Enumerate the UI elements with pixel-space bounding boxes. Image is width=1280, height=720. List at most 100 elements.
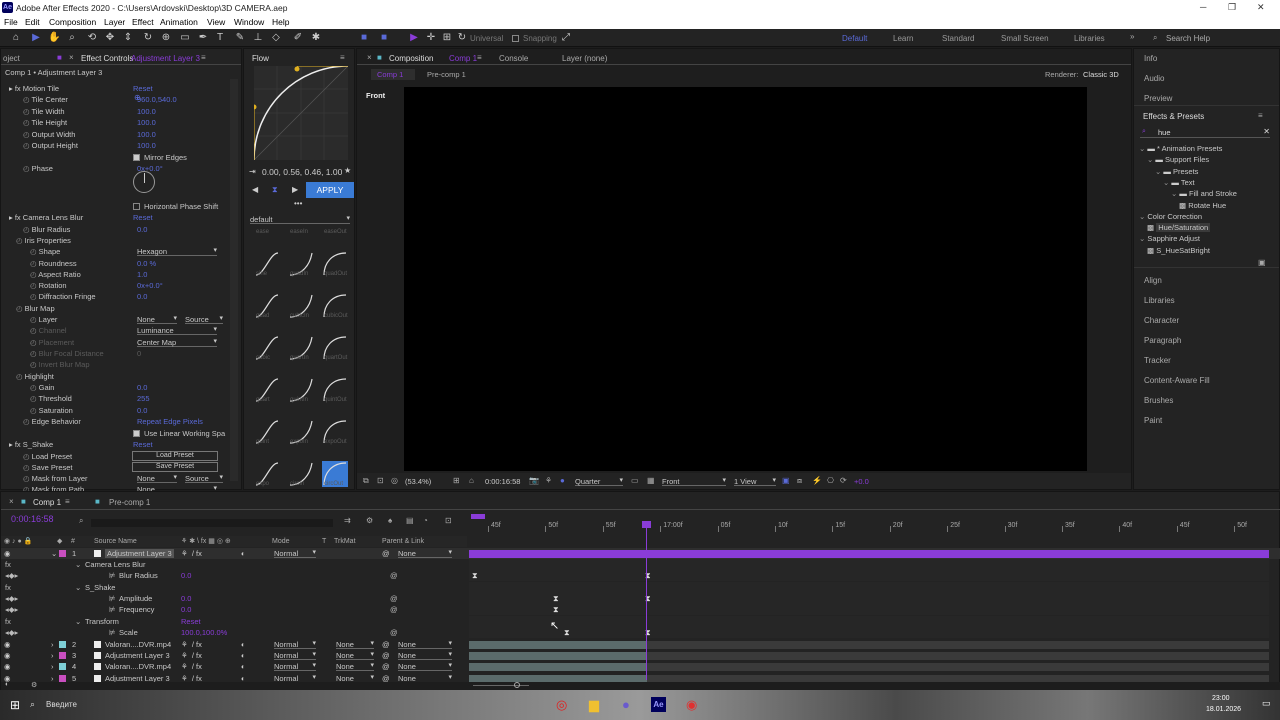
ec-checkbox-28[interactable]: Use Linear Working Spa (133, 429, 225, 438)
comp-close-icon[interactable]: × (367, 53, 372, 62)
tl-graph-editor-icon[interactable]: ⊡ (445, 516, 452, 525)
flow-prev-icon[interactable]: ◀ (252, 185, 258, 194)
ec-row-24[interactable]: ◴ Gain (30, 383, 54, 392)
property-value[interactable]: 0.0 (181, 605, 191, 614)
ec-row-3[interactable]: ◴ Tile Height (23, 118, 67, 127)
stopwatch-icon[interactable]: ◴ (23, 141, 32, 150)
workspace-libraries[interactable]: Libraries (1074, 34, 1105, 43)
label-color[interactable] (59, 550, 66, 557)
view-dropdown[interactable]: Front (662, 476, 726, 486)
stopwatch-icon[interactable]: ◴ (30, 406, 39, 415)
workspace-small-screen[interactable]: Small Screen (1001, 34, 1049, 43)
layer-row[interactable]: ◉ › 3 Adjustment Layer 3 ⚘ / fx ◐ Normal None @ N… (1, 650, 1280, 661)
panel-info[interactable]: Info (1144, 54, 1157, 63)
layer-duration-bar[interactable] (469, 663, 647, 671)
zoom-tool-icon[interactable]: ⌕ (66, 32, 78, 44)
layer-name[interactable]: Valoran....DVR.mp4 (105, 640, 171, 649)
expression-pickwhip-icon[interactable]: @ (390, 628, 398, 637)
ec-row-26[interactable]: ◴ Saturation (30, 406, 73, 415)
roi-icon[interactable]: ▭ (631, 476, 639, 485)
adjustment-layer-icon[interactable]: ◐ (241, 640, 246, 649)
eraser-tool-icon[interactable]: ◇ (270, 32, 282, 44)
col-source-name[interactable]: Source Name (94, 538, 137, 545)
expression-pickwhip-icon[interactable]: @ (390, 594, 398, 603)
layer-row[interactable]: ◉ › 2 Valoran....DVR.mp4 ⚘ / fx ◐ Normal None @ N… (1, 639, 1280, 650)
taskbar-search-input[interactable]: Введите (46, 700, 77, 709)
tl-render-icon[interactable]: ⚙ (31, 681, 37, 689)
snap-icon[interactable]: ⤢ (560, 32, 572, 44)
fx-badge-icon[interactable]: ▸ fx (9, 213, 23, 222)
layer-row[interactable]: ◉ › 4 Valoran....DVR.mp4 ⚘ / fx ◐ Normal None @ N… (1, 661, 1280, 672)
graph-icon[interactable]: ⊭ (109, 628, 116, 637)
ec-row-19[interactable]: ◴ Channel (30, 326, 67, 335)
menu-layer[interactable]: Layer (104, 17, 125, 27)
crumb-precomp1[interactable]: Pre-comp 1 (427, 70, 466, 79)
scale-icon[interactable]: ⊞ (441, 32, 453, 44)
stopwatch-icon[interactable]: ◴ (23, 463, 32, 472)
ec-row-15[interactable]: ◴ Rotation (30, 281, 67, 290)
select-icon[interactable]: ▶ (408, 32, 420, 44)
panel-preview[interactable]: Preview (1144, 94, 1172, 103)
flow-next-icon[interactable]: ▶ (292, 185, 298, 194)
stopwatch-icon[interactable]: ◴ (23, 225, 32, 234)
work-area-start[interactable] (471, 514, 485, 519)
playhead-handle[interactable] (642, 521, 651, 528)
zoom-value[interactable]: (53.4%) (405, 477, 431, 486)
layer-tab[interactable]: Layer (none) (562, 54, 607, 63)
resolution-dropdown[interactable]: Quarter (575, 476, 623, 486)
stopwatch-icon[interactable]: ◴ (30, 281, 39, 290)
stopwatch-icon[interactable]: ◴ (30, 259, 39, 268)
draft3d-icon[interactable]: ⧈ (797, 476, 802, 486)
layer-row[interactable]: ◉ ⌄ 1 Adjustment Layer 3 ⚘ / fx ◐ Normal @ None (1, 548, 1280, 559)
flowchart-icon[interactable]: ⎔ (827, 476, 834, 485)
pickwhip-icon[interactable]: @ (382, 549, 390, 558)
keyframe-icon[interactable]: ⧗ (472, 571, 478, 581)
stopwatch-icon[interactable]: ◴ (23, 118, 32, 127)
move-icon[interactable]: ✛ (425, 32, 437, 44)
ec-value-27[interactable]: Repeat Edge Pixels (137, 417, 203, 426)
ec-checkbox-6[interactable]: Mirror Edges (133, 153, 187, 162)
layer-switches[interactable]: ⚘ / fx (181, 549, 202, 558)
tl-toggle-switches-icon[interactable]: ◐ (5, 681, 9, 688)
new-bin-icon[interactable]: ▣ (1258, 258, 1266, 267)
fx-tree-item[interactable]: ▩ Rotate Hue (1179, 201, 1226, 210)
label-color[interactable] (59, 652, 66, 659)
fx-tree-item[interactable]: ⌄ ▬ Support Files (1147, 155, 1209, 164)
tl-draft-icon[interactable]: ▤ (406, 516, 414, 525)
notifications-icon[interactable]: ▭ (1262, 698, 1271, 709)
taskbar-search-icon[interactable]: ⌕ (30, 699, 35, 710)
group-arrow-icon[interactable]: ⌄ (75, 560, 81, 569)
expression-pickwhip-icon[interactable]: @ (390, 571, 398, 580)
expand-arrow-icon[interactable]: › (51, 651, 54, 660)
ec-value-21[interactable]: 0 (137, 349, 141, 358)
layer-name[interactable]: Adjustment Layer 3 (105, 651, 170, 660)
chrome-icon[interactable]: ◉ (686, 697, 697, 713)
graph-icon[interactable]: ⊭ (109, 571, 116, 580)
local-axis-icon[interactable]: ■ (358, 32, 370, 44)
zoom-slider-handle[interactable] (514, 682, 520, 688)
pickwhip-icon[interactable]: @ (382, 640, 390, 649)
tl-close-icon[interactable]: × (9, 497, 14, 506)
effects-presets-title[interactable]: Effects & Presets (1143, 112, 1204, 121)
property-row[interactable]: ◂◆▸ ⊭ Scale 100.0,100.0% @ (1, 627, 1280, 638)
tl-frameblend-icon[interactable]: ⚙ (366, 516, 373, 525)
views-dropdown[interactable]: 1 View (734, 476, 776, 486)
minimize-icon[interactable]: ─ (1200, 2, 1206, 12)
panel-character[interactable]: Character (1144, 316, 1179, 325)
mode-dropdown[interactable]: Normal (274, 650, 316, 660)
parent-dropdown[interactable]: None (398, 639, 452, 649)
zoom-slider[interactable] (473, 685, 529, 686)
stopwatch-icon[interactable]: ◴ (23, 130, 32, 139)
timeline-tab-comp1[interactable]: Comp 1 (33, 498, 61, 507)
layer-duration-bar[interactable] (469, 550, 1269, 558)
playhead[interactable] (646, 522, 647, 680)
overflow-chevron-icon[interactable]: » (1130, 32, 1134, 41)
stopwatch-icon[interactable]: ◴ (30, 360, 39, 369)
channel-icon[interactable]: ● (560, 476, 565, 485)
stopwatch-icon[interactable]: ◴ (16, 372, 25, 381)
panel-libraries[interactable]: Libraries (1144, 296, 1175, 305)
ec-value-3[interactable]: 100.0 (137, 118, 156, 127)
home-icon[interactable]: ⌂ (10, 32, 22, 44)
menu-view[interactable]: View (207, 17, 225, 27)
ec-mask-source-dropdown[interactable]: Source (185, 473, 223, 483)
